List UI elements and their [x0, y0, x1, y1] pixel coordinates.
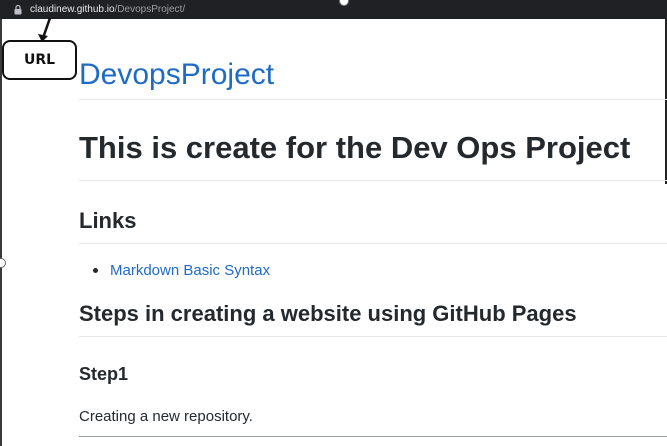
steps-heading: Steps in creating a website using GitHub…: [79, 299, 667, 337]
url-path[interactable]: /DevopsProject/: [115, 0, 186, 19]
markdown-syntax-link[interactable]: Markdown Basic Syntax: [110, 262, 270, 279]
resize-handle-left[interactable]: [0, 258, 6, 268]
lock-icon[interactable]: [14, 4, 24, 15]
step1-text: Creating a new repository.: [79, 408, 253, 425]
address-bar[interactable]: claudinew.github.io/DevopsProject/: [0, 0, 667, 19]
links-list: Markdown Basic Syntax: [79, 261, 667, 281]
callout-label: URL: [23, 52, 56, 68]
divider: [79, 436, 667, 437]
step1-heading: Step1: [79, 364, 129, 384]
url-callout: URL: [2, 40, 77, 80]
url-host[interactable]: claudinew.github.io: [30, 0, 115, 19]
page: claudinew.github.io/DevopsProject/ URL D…: [0, 0, 667, 446]
site-title-link[interactable]: DevopsProject: [79, 40, 667, 100]
left-border: [0, 19, 2, 446]
main-content: DevopsProject This is create for the Dev…: [79, 40, 667, 437]
page-heading: This is create for the Dev Ops Project: [79, 128, 667, 181]
links-heading: Links: [79, 206, 667, 244]
list-item: Markdown Basic Syntax: [93, 261, 667, 281]
